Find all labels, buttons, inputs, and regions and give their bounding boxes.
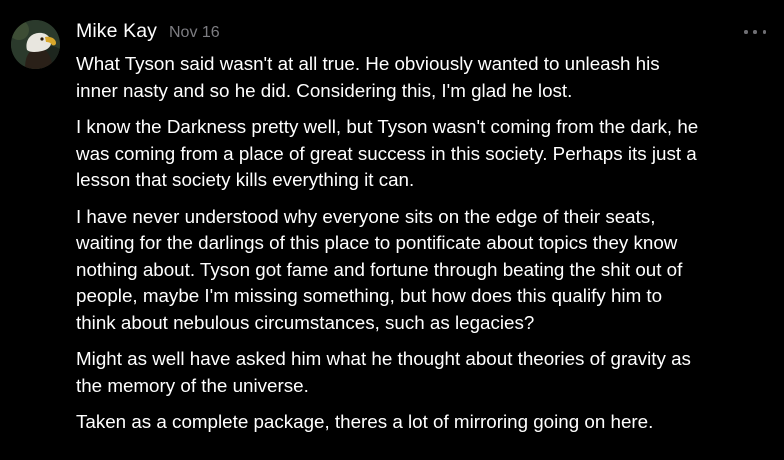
comment-paragraph: I have never understood why everyone sit… bbox=[76, 204, 782, 337]
text-line: I have never understood why everyone sit… bbox=[76, 205, 656, 227]
text-line: people, maybe I'm missing something, but… bbox=[76, 285, 663, 306]
text-line: waiting for the darlings of this place t… bbox=[76, 232, 678, 253]
text-line: was coming from a place of great success… bbox=[76, 142, 697, 164]
comment-header: Mike Kay Nov 16 bbox=[76, 20, 220, 46]
more-dot bbox=[753, 30, 757, 34]
comment-body: What Tyson said wasn't at all true. He o… bbox=[76, 51, 782, 446]
eagle-avatar-icon bbox=[11, 20, 60, 69]
more-dot bbox=[762, 30, 766, 34]
ellipsis-icon[interactable] bbox=[742, 22, 768, 42]
more-dot bbox=[744, 30, 748, 34]
text-line: lesson that society kills everything it … bbox=[76, 169, 415, 190]
comment: Mike Kay Nov 16 What Tyson said wasn't a… bbox=[0, 0, 784, 460]
comment-paragraph: I know the Darkness pretty well, but Tys… bbox=[76, 114, 782, 194]
text-line: the memory of the universe. bbox=[76, 374, 309, 396]
author-name[interactable]: Mike Kay bbox=[76, 20, 157, 43]
comment-date[interactable]: Nov 16 bbox=[169, 24, 220, 42]
text-line: What Tyson said wasn't at all true. He o… bbox=[76, 53, 660, 74]
comment-paragraph: What Tyson said wasn't at all true. He o… bbox=[76, 51, 782, 104]
text-line: nothing about. Tyson got fame and fortun… bbox=[76, 258, 683, 280]
text-line: Taken as a complete package, theres a lo… bbox=[76, 411, 654, 432]
text-line: I know the Darkness pretty well, but Tys… bbox=[76, 116, 699, 137]
text-line: inner nasty and so he did. Considering t… bbox=[76, 79, 573, 101]
comment-paragraph: Might as well have asked him what he tho… bbox=[76, 346, 782, 399]
text-line: Might as well have asked him what he tho… bbox=[76, 348, 691, 369]
avatar[interactable] bbox=[11, 20, 60, 69]
text-line: think about nebulous circumstances, such… bbox=[76, 311, 535, 333]
comment-paragraph: Taken as a complete package, theres a lo… bbox=[76, 409, 782, 436]
